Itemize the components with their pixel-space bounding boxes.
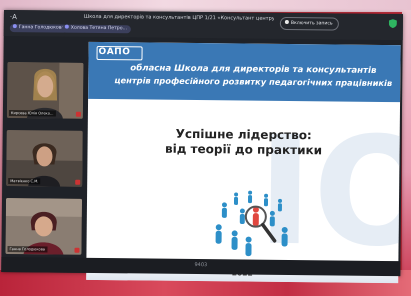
chip-dot-icon xyxy=(64,24,69,29)
participant-tile[interactable]: Кирсева Юлiя Олеко… xyxy=(6,62,84,119)
participant-name: Ганна Голодюкова xyxy=(7,246,48,253)
chip-dot-icon xyxy=(12,24,17,29)
meeting-title: Школа для директорів та консультантів ЦП… xyxy=(83,13,274,22)
mic-muted-icon xyxy=(74,247,80,253)
participant-name: Матвiєнко С.М. xyxy=(8,178,41,185)
mic-muted-icon xyxy=(75,179,81,185)
app-icon[interactable]: ·A xyxy=(10,13,17,21)
participant-chip[interactable]: Холова Тетяна Петро… xyxy=(61,24,132,34)
highlighted-person xyxy=(252,206,259,227)
record-dot-icon xyxy=(284,19,289,24)
shield-icon[interactable] xyxy=(388,19,397,29)
slide-title-line2: від теорії до практики xyxy=(164,141,323,158)
record-button[interactable]: Включить запись xyxy=(279,16,339,31)
people-network-icon xyxy=(215,190,288,257)
shared-slide: IO ОАПО обласна Школа для директорів та … xyxy=(86,41,401,284)
participant-gallery: Кирсева Юлiя Олеко… Матвiєнко С.М. Ганна… xyxy=(5,62,84,255)
slide-header: ОАПО обласна Школа для директорів та кон… xyxy=(88,41,401,103)
participant-tile[interactable]: Матвiєнко С.М. xyxy=(6,130,83,187)
meeting-topbar: ·A Школа для директорів та консультантів… xyxy=(3,10,403,41)
participant-name: Кирсева Юлiя Олеко… xyxy=(8,110,56,117)
mic-muted-icon xyxy=(75,111,81,117)
participant-chip[interactable]: Ганна Голодюкова xyxy=(9,24,69,33)
oapo-logo: ОАПО xyxy=(98,46,131,58)
school-subtitle: центрів професійного розвитку педагогічн… xyxy=(114,75,393,89)
school-title: обласна Школа для директорів та консульт… xyxy=(130,63,377,76)
participant-tile[interactable]: Ганна Голодюкова xyxy=(5,198,83,255)
photo-background-right xyxy=(402,10,411,280)
slide-title: Успішне лідерство: від теорії до практик… xyxy=(87,126,399,159)
meeting-window: ·A Школа для директорів та консультантів… xyxy=(1,10,403,284)
footer-number: 9403 xyxy=(194,262,208,269)
